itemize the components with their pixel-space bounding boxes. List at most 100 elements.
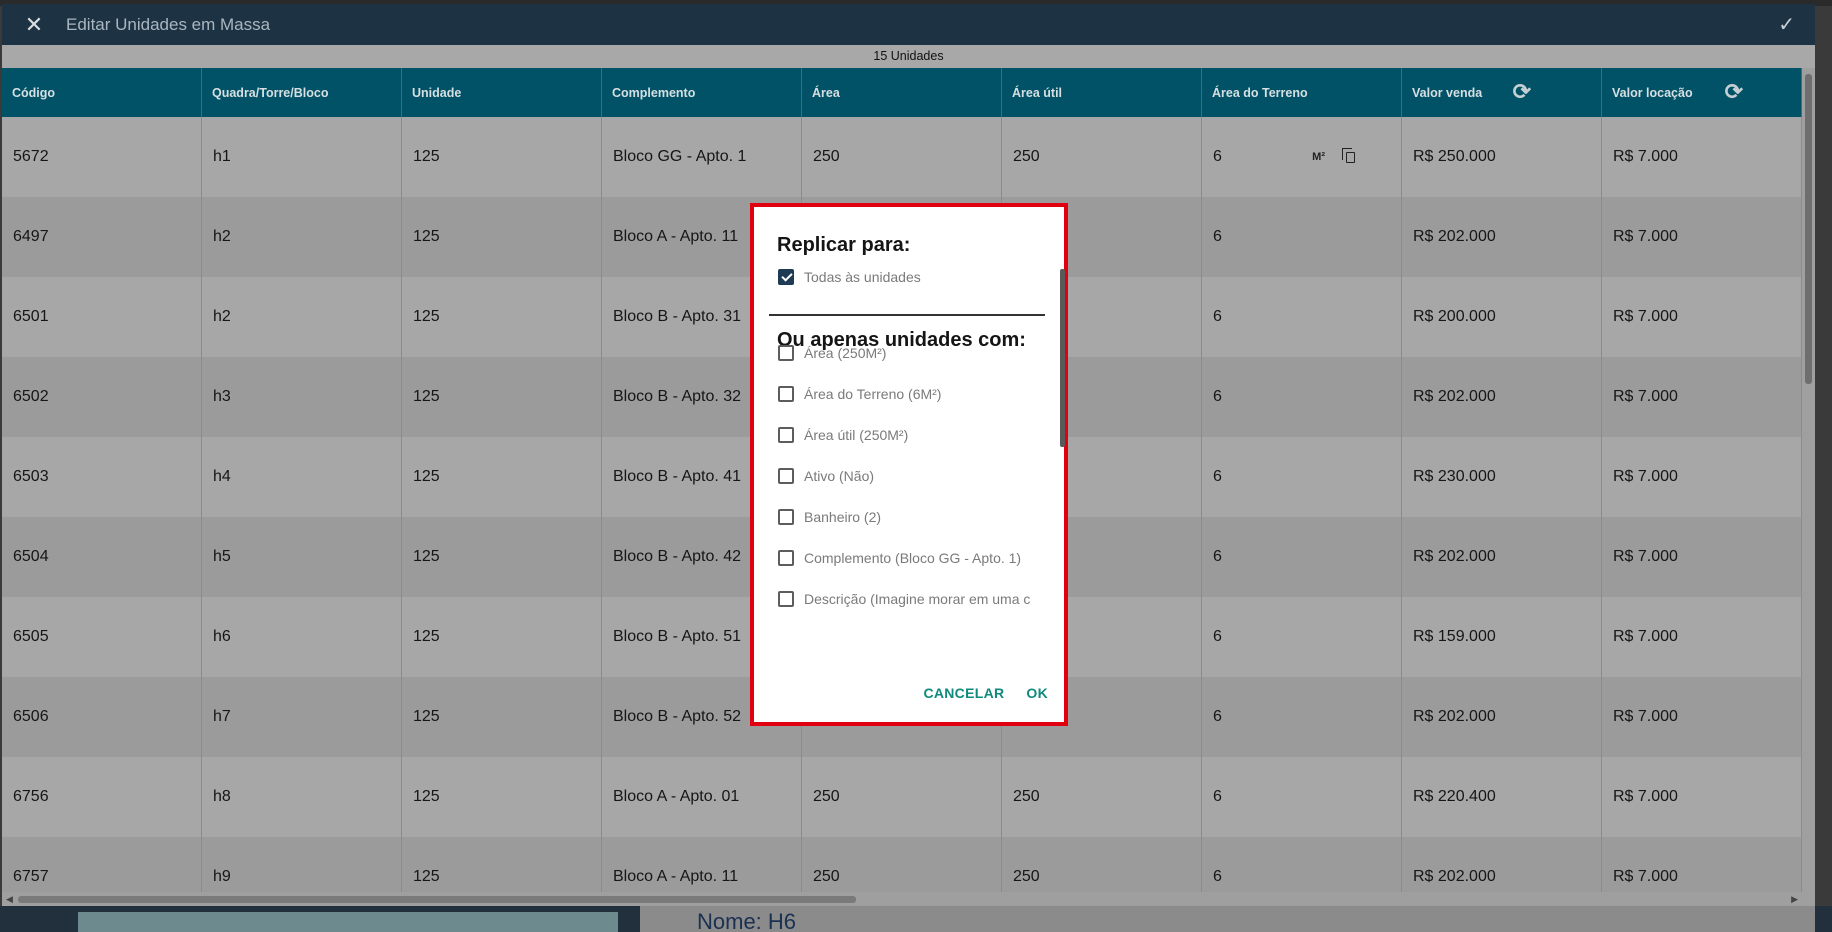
filter-option-checkbox[interactable]: Descrição (Imagine morar em uma c [778, 589, 1030, 609]
cell-valor-locacao[interactable]: R$ 7.000 [1602, 757, 1802, 837]
close-icon[interactable]: ✕ [2, 4, 66, 45]
cell-value: R$ 7.000 [1613, 468, 1678, 485]
cell-unidade[interactable]: 125 [402, 597, 602, 677]
cell-area[interactable]: 250 [802, 117, 1002, 197]
checkbox-icon[interactable] [778, 591, 794, 607]
cell-area[interactable]: 250 [802, 757, 1002, 837]
cell-area-terreno[interactable]: 6 M² [1202, 117, 1402, 197]
cell-codigo[interactable]: 5672 [2, 117, 202, 197]
cell-valor-venda[interactable]: R$ 202.000 [1402, 677, 1602, 757]
horizontal-scrollbar[interactable]: ◀ ▶ [2, 892, 1802, 906]
scroll-left-icon[interactable]: ◀ [6, 894, 13, 905]
cell-area-terreno[interactable]: 6 [1202, 757, 1402, 837]
cell-codigo[interactable]: 6505 [2, 597, 202, 677]
cell-value: Bloco B - Apto. 41 [613, 468, 742, 485]
checkbox-icon[interactable] [778, 386, 794, 402]
cell-area-terreno[interactable]: 6 [1202, 517, 1402, 597]
cell-bloco[interactable]: h6 [202, 597, 402, 677]
cell-valor-locacao[interactable]: R$ 7.000 [1602, 117, 1802, 197]
column-header: Valor locação ⟳ [1602, 68, 1802, 117]
checkbox-icon[interactable] [778, 345, 794, 361]
all-units-checkbox[interactable]: Todas às unidades [778, 267, 921, 287]
column-header-label: Área útil [1012, 85, 1063, 100]
cell-valor-venda[interactable]: R$ 200.000 [1402, 277, 1602, 357]
cell-valor-locacao[interactable]: R$ 7.000 [1602, 677, 1802, 757]
cell-valor-venda[interactable]: R$ 250.000 [1402, 117, 1602, 197]
cell-area-terreno[interactable]: 6 [1202, 277, 1402, 357]
cell-value: 6504 [13, 548, 49, 565]
cell-codigo[interactable]: 6501 [2, 277, 202, 357]
cell-valor-locacao[interactable]: R$ 7.000 [1602, 517, 1802, 597]
cell-value: h2 [213, 308, 231, 325]
cell-bloco[interactable]: h8 [202, 757, 402, 837]
cell-valor-venda[interactable]: R$ 159.000 [1402, 597, 1602, 677]
cell-area-terreno[interactable]: 6 [1202, 437, 1402, 517]
cell-bloco[interactable]: h1 [202, 117, 402, 197]
checkbox-icon[interactable] [778, 550, 794, 566]
filter-option-checkbox[interactable]: Área útil (250M²) [778, 425, 908, 445]
filter-option-checkbox[interactable]: Ativo (Não) [778, 466, 874, 486]
cell-area-terreno[interactable]: 6 [1202, 677, 1402, 757]
cell-bloco[interactable]: h7 [202, 677, 402, 757]
cell-area-terreno[interactable]: 6 [1202, 197, 1402, 277]
cell-codigo[interactable]: 6503 [2, 437, 202, 517]
cell-valor-venda[interactable]: R$ 202.000 [1402, 197, 1602, 277]
dialog-scrollbar[interactable] [1060, 269, 1065, 447]
filter-option-checkbox[interactable]: Área (250M²) [778, 343, 886, 363]
ok-button[interactable]: OK [1026, 685, 1048, 701]
cell-unidade[interactable]: 125 [402, 197, 602, 277]
cell-codigo[interactable]: 6502 [2, 357, 202, 437]
cell-bloco[interactable]: h3 [202, 357, 402, 437]
scroll-right-icon[interactable]: ▶ [1791, 894, 1798, 905]
cell-valor-venda[interactable]: R$ 202.000 [1402, 517, 1602, 597]
check-icon[interactable]: ✓ [1778, 12, 1795, 37]
cell-area-terreno[interactable]: 6 [1202, 597, 1402, 677]
cell-value: 6 [1213, 548, 1222, 565]
cell-valor-locacao[interactable]: R$ 7.000 [1602, 197, 1802, 277]
cancel-button[interactable]: CANCELAR [923, 685, 1004, 701]
cell-area-terreno[interactable]: 6 [1202, 357, 1402, 437]
refresh-icon[interactable]: ⟳ [1725, 81, 1743, 103]
filter-option-checkbox[interactable]: Complemento (Bloco GG - Apto. 1) [778, 548, 1021, 568]
filter-option-checkbox[interactable]: Banheiro (2) [778, 507, 881, 527]
cell-valor-locacao[interactable]: R$ 7.000 [1602, 357, 1802, 437]
checkbox-icon[interactable] [778, 468, 794, 484]
cell-area-util[interactable]: 250 [1002, 757, 1202, 837]
cell-complemento[interactable]: Bloco GG - Apto. 1 [602, 117, 802, 197]
cell-valor-venda[interactable]: R$ 220.400 [1402, 757, 1602, 837]
cell-area-util[interactable]: 250 [1002, 117, 1202, 197]
cell-valor-locacao[interactable]: R$ 7.000 [1602, 437, 1802, 517]
cell-bloco[interactable]: h2 [202, 277, 402, 357]
checkbox-icon[interactable] [778, 269, 794, 285]
cell-valor-locacao[interactable]: R$ 7.000 [1602, 597, 1802, 677]
unit-selector[interactable]: M² [1312, 151, 1325, 163]
cell-bloco[interactable]: h2 [202, 197, 402, 277]
cell-codigo[interactable]: 6497 [2, 197, 202, 277]
cell-valor-venda[interactable]: R$ 202.000 [1402, 357, 1602, 437]
cell-unidade[interactable]: 125 [402, 117, 602, 197]
checkbox-icon[interactable] [778, 427, 794, 443]
scroll-thumb[interactable] [1805, 74, 1812, 384]
cell-complemento[interactable]: Bloco A - Apto. 01 [602, 757, 802, 837]
cell-codigo[interactable]: 6756 [2, 757, 202, 837]
cell-unidade[interactable]: 125 [402, 357, 602, 437]
scroll-thumb[interactable] [18, 896, 856, 903]
cell-codigo[interactable]: 6504 [2, 517, 202, 597]
checkbox-label: Área do Terreno (6M²) [804, 386, 942, 402]
cell-unidade[interactable]: 125 [402, 277, 602, 357]
filter-option-checkbox[interactable]: Área do Terreno (6M²) [778, 384, 941, 404]
vertical-scrollbar[interactable] [1802, 68, 1815, 906]
cell-valor-venda[interactable]: R$ 230.000 [1402, 437, 1602, 517]
cell-value: 125 [413, 148, 440, 165]
copy-icon[interactable] [1342, 147, 1355, 163]
cell-bloco[interactable]: h5 [202, 517, 402, 597]
refresh-icon[interactable]: ⟳ [1513, 81, 1531, 103]
cell-unidade[interactable]: 125 [402, 517, 602, 597]
cell-unidade[interactable]: 125 [402, 437, 602, 517]
cell-codigo[interactable]: 6506 [2, 677, 202, 757]
cell-unidade[interactable]: 125 [402, 757, 602, 837]
cell-valor-locacao[interactable]: R$ 7.000 [1602, 277, 1802, 357]
cell-unidade[interactable]: 125 [402, 677, 602, 757]
checkbox-icon[interactable] [778, 509, 794, 525]
cell-bloco[interactable]: h4 [202, 437, 402, 517]
